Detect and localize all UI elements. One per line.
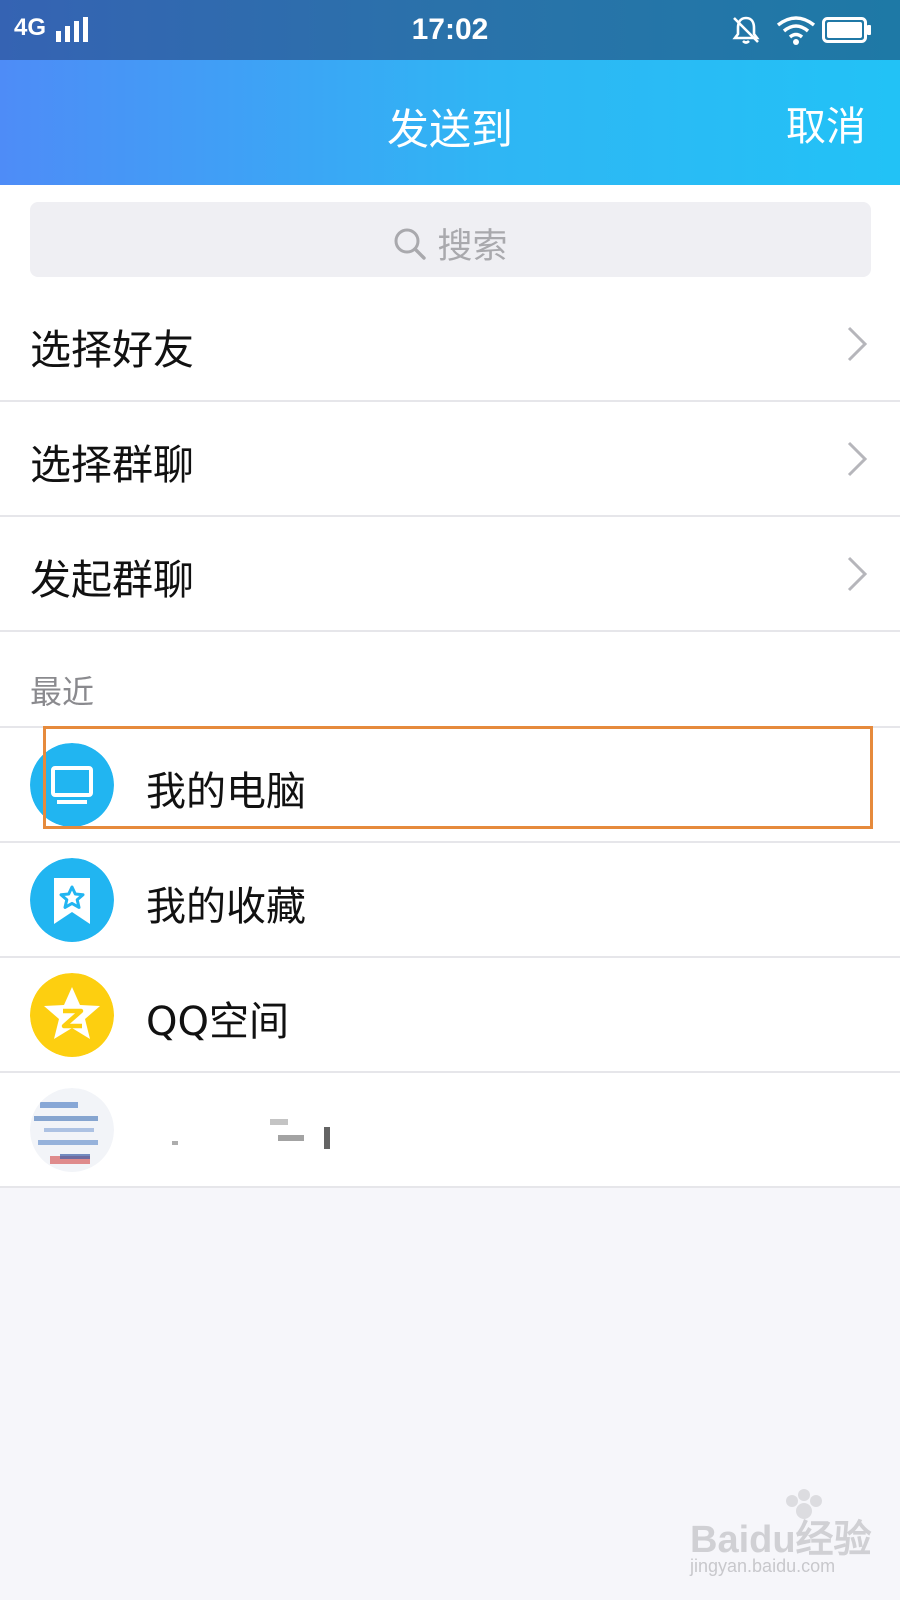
contact-name: QQ空间 — [146, 999, 289, 1045]
section-header-recent: 最近 — [30, 673, 95, 711]
blurred-avatar-icon — [30, 1088, 114, 1172]
avatar — [30, 743, 114, 827]
cancel-button[interactable]: 取消 — [786, 94, 866, 152]
search-input[interactable]: 搜索 — [30, 202, 871, 277]
nav-bar: 发送到 取消 — [0, 60, 900, 185]
contact-my-favorites[interactable]: 我的收藏 — [0, 843, 900, 958]
blurred-name-icon — [172, 1119, 330, 1149]
watermark-url: jingyan.baidu.com — [690, 1556, 836, 1576]
status-bar: 4G 17:02 — [0, 0, 900, 60]
page-title: 发送到 — [386, 105, 513, 154]
chevron-right-icon — [847, 556, 868, 592]
menu-item-start-group-chat[interactable]: 发起群聊 — [0, 517, 900, 632]
wifi-icon — [776, 16, 816, 45]
chevron-right-icon — [847, 326, 868, 362]
contact-name: 我的电脑 — [146, 769, 306, 815]
qzone-star-icon — [30, 973, 114, 1057]
menu-item-select-group[interactable]: 选择群聊 — [0, 402, 900, 517]
chevron-right-icon — [847, 441, 868, 477]
contact-blurred[interactable] — [0, 1073, 900, 1188]
search-inner: 搜索 — [30, 218, 871, 269]
avatar — [30, 1088, 114, 1172]
battery-icon — [822, 17, 871, 43]
contact-name: 我的收藏 — [146, 884, 306, 930]
bookmark-star-icon — [30, 858, 114, 942]
watermark-text: Baidu经验 — [690, 1519, 872, 1561]
monitor-icon — [30, 743, 114, 827]
avatar — [30, 973, 114, 1057]
menu-item-label: 选择群聊 — [30, 441, 194, 489]
menu-item-label: 选择好友 — [30, 326, 194, 374]
contact-qzone[interactable]: QQ空间 — [0, 958, 900, 1073]
search-icon — [394, 228, 427, 260]
clock: 17:02 — [411, 13, 489, 46]
app-header: 4G 17:02 发送到 取消 — [0, 0, 900, 185]
search-placeholder: 搜索 — [437, 227, 508, 267]
menu-item-select-friend[interactable]: 选择好友 — [0, 287, 900, 402]
bell-muted-icon — [732, 16, 760, 44]
share-target-list: 搜索 选择好友 选择群聊 发起群聊 最近 我的电脑 我的收藏 QQ空间 — [0, 185, 900, 1188]
menu-item-label: 发起群聊 — [30, 556, 194, 604]
contact-my-computer[interactable]: 我的电脑 — [0, 728, 900, 843]
avatar — [30, 858, 114, 942]
